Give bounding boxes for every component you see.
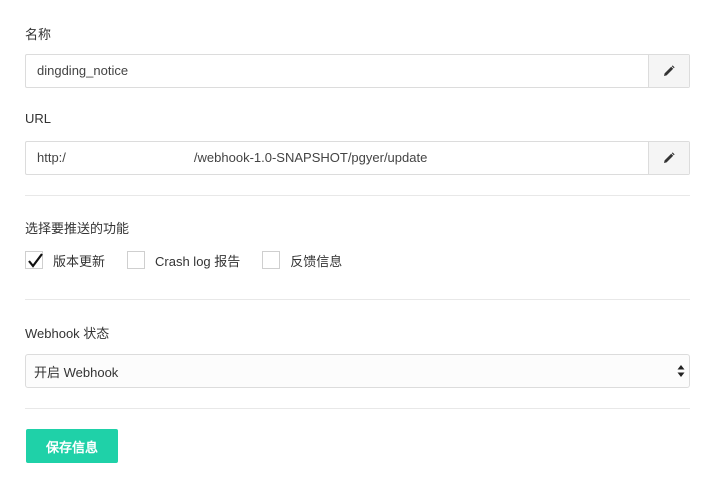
pencil-icon	[664, 152, 675, 163]
edit-name-button[interactable]	[648, 55, 689, 87]
edit-url-button[interactable]	[648, 142, 689, 174]
feature-version-update[interactable]: 版本更新	[25, 251, 105, 270]
webhook-status-select[interactable]: 开启 Webhook	[25, 354, 690, 388]
name-input[interactable]: dingding_notice	[26, 55, 648, 87]
name-label: 名称	[25, 27, 52, 42]
feature-feedback[interactable]: 反馈信息	[262, 251, 342, 270]
pencil-icon	[664, 65, 675, 76]
name-field: dingding_notice	[25, 54, 690, 88]
webhook-status-selected: 开启 Webhook	[34, 364, 119, 380]
divider	[25, 299, 690, 300]
crash-log-checkbox[interactable]	[127, 251, 146, 269]
url-label: URL	[25, 111, 52, 126]
url-field: http:/ /webhook-1.0-SNAPSHOT/pgyer/update	[25, 141, 690, 175]
version-update-checkbox[interactable]	[25, 251, 43, 269]
divider	[25, 195, 690, 196]
features-label: 选择要推送的功能	[25, 221, 130, 236]
feedback-label: 反馈信息	[290, 253, 343, 269]
url-input[interactable]: http:/ /webhook-1.0-SNAPSHOT/pgyer/update	[26, 142, 648, 174]
divider	[25, 408, 690, 409]
webhook-status-label: Webhook 状态	[25, 326, 110, 341]
crash-log-label: Crash log 报告	[155, 253, 241, 269]
url-suffix: /webhook-1.0-SNAPSHOT/pgyer/update	[193, 150, 428, 165]
checkmark-icon	[28, 253, 43, 268]
updown-arrows-icon	[677, 365, 685, 377]
feature-crash-log[interactable]: Crash log 报告	[127, 251, 240, 270]
url-prefix: http:/	[37, 150, 66, 165]
version-update-label: 版本更新	[53, 253, 106, 269]
feedback-checkbox[interactable]	[262, 251, 281, 269]
save-button[interactable]: 保存信息	[26, 429, 118, 463]
features-checklist: 版本更新 Crash log 报告 反馈信息	[25, 250, 364, 270]
